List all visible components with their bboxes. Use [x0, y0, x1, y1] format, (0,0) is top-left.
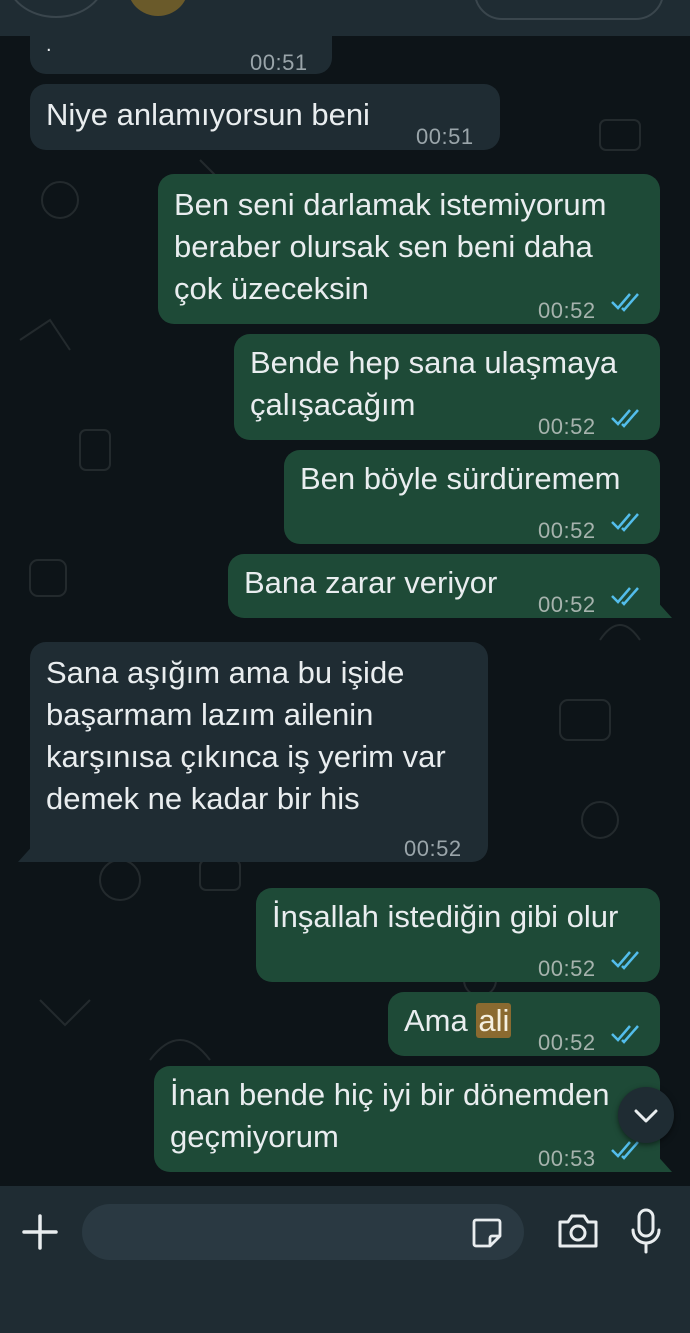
message-text: Ben böyle sürdüremem: [300, 461, 621, 496]
message-text-line: çok üzeceksin: [174, 271, 369, 306]
message-text-line: demek ne kadar bir his: [46, 781, 360, 816]
double-check-icon: [611, 587, 639, 606]
double-check-icon: [611, 293, 639, 312]
message-text: Ama ali: [404, 1000, 512, 1042]
message-time: 00:52: [538, 298, 596, 323]
camera-icon[interactable]: [556, 1212, 600, 1250]
bubble-tail: [654, 1152, 672, 1172]
message-text-line: İnan bende hiç iyi bir dönemden: [170, 1077, 610, 1112]
double-check-icon: [611, 1025, 639, 1044]
double-check-icon: [611, 409, 639, 428]
message-text-line: Sana aşığım ama bu işide: [46, 655, 405, 690]
message-time: 00:52: [538, 414, 596, 439]
message-text-plain: Ama: [404, 1003, 477, 1038]
back-button[interactable]: [6, 0, 106, 18]
double-check-icon: [611, 951, 639, 970]
message-text-line: çalışacağım: [250, 387, 416, 422]
bubble-tail: [654, 598, 672, 618]
message-time: 00:52: [538, 1030, 596, 1055]
message-time: 00:52: [538, 592, 596, 617]
message-text-line: geçmiyorum: [170, 1119, 339, 1154]
message-outgoing[interactable]: Ben böyle sürdüremem 00:52: [284, 450, 660, 544]
message-text: .: [46, 34, 52, 56]
message-text: Niye anlamıyorsun beni: [46, 97, 370, 132]
message-text: İnşallah istediğin gibi olur: [272, 899, 619, 934]
message-time: 00:52: [538, 956, 596, 981]
message-time: 00:51: [416, 124, 474, 149]
sticker-icon[interactable]: [470, 1216, 504, 1250]
message-time: 00:52: [538, 518, 596, 543]
message-input-bar: [0, 1186, 690, 1333]
message-outgoing[interactable]: Bana zarar veriyor 00:52: [228, 554, 660, 618]
message-outgoing[interactable]: Ben seni darlamak istemiyorum beraber ol…: [158, 174, 660, 324]
double-check-icon: [611, 513, 639, 532]
scroll-to-bottom-button[interactable]: [618, 1087, 674, 1143]
search-highlight: ali: [476, 1003, 512, 1038]
contact-avatar[interactable]: [128, 0, 188, 16]
message-time: 00:53: [538, 1146, 596, 1171]
message-text: Bana zarar veriyor: [244, 565, 498, 600]
message-time: 00:51: [250, 50, 308, 75]
message-input[interactable]: [82, 1204, 524, 1260]
message-text-line: beraber olursak sen beni daha: [174, 229, 593, 264]
microphone-icon[interactable]: [630, 1208, 662, 1254]
message-incoming[interactable]: Niye anlamıyorsun beni 00:51: [30, 84, 500, 150]
message-outgoing[interactable]: İnan bende hiç iyi bir dönemden geçmiyor…: [154, 1066, 660, 1172]
message-outgoing[interactable]: İnşallah istediğin gibi olur 00:52: [256, 888, 660, 982]
message-text-line: Bende hep sana ulaşmaya: [250, 345, 618, 380]
message-text-line: başarmam lazım ailenin: [46, 697, 374, 732]
call-buttons-pill[interactable]: [474, 0, 664, 20]
message-incoming[interactable]: Sana aşığım ama bu işide başarmam lazım …: [30, 642, 488, 862]
message-text-line: karşınısa çıkınca iş yerim var: [46, 739, 446, 774]
message-time: 00:52: [404, 836, 462, 861]
message-outgoing[interactable]: Ama ali 00:52: [388, 992, 660, 1056]
chat-header: [0, 0, 690, 36]
message-outgoing[interactable]: Bende hep sana ulaşmaya çalışacağım 00:5…: [234, 334, 660, 440]
plus-icon[interactable]: [20, 1212, 60, 1252]
chevron-down-icon: [634, 1109, 658, 1123]
message-incoming[interactable]: . 00:51: [30, 34, 332, 75]
message-text-line: Ben seni darlamak istemiyorum: [174, 187, 607, 222]
